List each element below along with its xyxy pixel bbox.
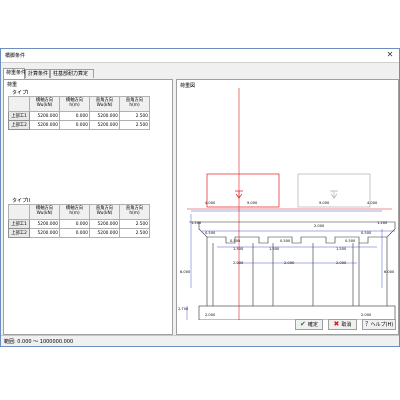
dim-col-w3: 1.500 bbox=[269, 247, 280, 251]
help-label: ヘルプ(H) bbox=[370, 322, 394, 328]
load-arrow-red-icon bbox=[235, 190, 243, 199]
type1-label: タイプI bbox=[12, 90, 29, 96]
tab-calc-conditions[interactable]: 計算条件 bbox=[25, 69, 50, 78]
table-cell[interactable]: 2.500 bbox=[119, 228, 150, 238]
table-row: 上部工1 5200.000 0.000 5200.000 2.500 bbox=[8, 111, 150, 121]
row-header-superstructure1[interactable]: 上部工1 bbox=[8, 219, 30, 229]
table-cell[interactable]: 5200.000 bbox=[89, 228, 120, 238]
pier-structure bbox=[189, 221, 396, 320]
dim-h-left: 1.200 bbox=[191, 221, 202, 225]
close-button[interactable]: ✕ bbox=[383, 50, 397, 60]
table-cell[interactable]: 5200.000 bbox=[29, 111, 60, 121]
dim-inner-left: 2.000 bbox=[233, 261, 244, 265]
pier-conditions-dialog: 橋脚条件 ✕ 荷重条件 計算条件 柱基部耐力算定 荷重 タイプI 橋軸方向 Wu(… bbox=[0, 48, 400, 347]
row-header-superstructure2[interactable]: 上部工2 bbox=[8, 228, 30, 238]
load-diagram-panel: 荷重図 4.000 9.000 9.000 4.000 1.200 1.200 … bbox=[176, 79, 399, 335]
dim-col-h-left: 6.000 bbox=[180, 270, 191, 274]
row-header-superstructure1[interactable]: 上部工1 bbox=[8, 111, 30, 121]
tab-load-conditions[interactable]: 荷重条件 bbox=[3, 68, 26, 79]
dim-footing-h: 2.700 bbox=[178, 307, 189, 311]
window-title: 橋脚条件 bbox=[5, 53, 26, 59]
confirm-button[interactable]: ✔ 確定 bbox=[295, 319, 323, 330]
table-row: 上部工2 5200.000 0.000 5200.000 2.500 bbox=[8, 228, 150, 238]
title-bar: 橋脚条件 ✕ bbox=[1, 49, 399, 63]
dim-h-right: 1.200 bbox=[377, 221, 388, 225]
table-cell[interactable]: 2.500 bbox=[119, 120, 150, 130]
dim-col-w6: 0.500 bbox=[345, 239, 356, 243]
type2-label: タイプII bbox=[12, 198, 30, 204]
range-status-text: 範囲: 0.000 ～ 1000000.000 bbox=[4, 339, 74, 345]
dim-beam-mid: 2.000 bbox=[314, 224, 325, 228]
dim-inner-right: 2.000 bbox=[336, 261, 347, 265]
load-box-red bbox=[206, 173, 280, 208]
dim-top-right: 4.000 bbox=[367, 201, 378, 205]
help-icon: ? bbox=[364, 320, 369, 328]
table-row: 上部工1 5200.000 0.000 5200.000 2.500 bbox=[8, 219, 150, 229]
dim-footing-left: 2.000 bbox=[205, 313, 216, 317]
status-bar: 範囲: 0.000 ～ 1000000.000 bbox=[1, 335, 399, 347]
dim-top-left: 4.000 bbox=[205, 201, 216, 205]
dim-inner-mid: 2.000 bbox=[284, 261, 295, 265]
table-cell[interactable]: 5200.000 bbox=[89, 111, 120, 121]
tab-column-base-strength[interactable]: 柱基部耐力算定 bbox=[50, 69, 94, 78]
table-cell[interactable]: 2.500 bbox=[119, 111, 150, 121]
dim-top-gray: 9.000 bbox=[319, 201, 330, 205]
type1-table: 橋軸方向 Wu(kN) 橋軸方向 h(m) 直角方向 Wu(kN) 直角方向 h(m) … bbox=[8, 96, 150, 130]
load-input-panel: 荷重 タイプI 橋軸方向 Wu(kN) 橋軸方向 h(m) 直角方向 Wu(kN) 直… bbox=[3, 79, 173, 335]
help-button[interactable]: ? ヘルプ(H) bbox=[362, 319, 396, 330]
table-cell[interactable]: 5200.000 bbox=[29, 120, 60, 130]
pier-load-diagram: 4.000 9.000 9.000 4.000 1.200 1.200 0.50… bbox=[178, 88, 396, 320]
cancel-button[interactable]: ✖ 取消 bbox=[328, 319, 357, 330]
confirm-label: 確定 bbox=[307, 322, 318, 328]
table-cell[interactable]: 0.000 bbox=[59, 120, 90, 130]
table-cell[interactable]: 2.500 bbox=[119, 219, 150, 229]
check-icon: ✔ bbox=[300, 320, 306, 328]
table-cell[interactable]: 0.000 bbox=[59, 111, 90, 121]
dim-col-w5: 1.500 bbox=[336, 247, 347, 251]
dim-col-w2: 1.500 bbox=[233, 247, 244, 251]
cross-icon: ✖ bbox=[333, 320, 340, 328]
dim-beam-right: 0.500 bbox=[361, 231, 372, 235]
table-cell[interactable]: 5200.000 bbox=[89, 219, 120, 229]
type2-table: 橋軸方向 Wu(kN) 橋軸方向 h(m) 直角方向 Wu(kN) 直角方向 h(m) … bbox=[8, 204, 150, 238]
load-box-gray bbox=[297, 173, 371, 208]
dim-col-w4: 0.500 bbox=[280, 239, 291, 243]
dimension-lines bbox=[186, 210, 395, 320]
dim-beam-left: 0.500 bbox=[205, 231, 216, 235]
load-group-label: 荷重 bbox=[7, 82, 18, 88]
dim-top-red: 9.000 bbox=[247, 201, 258, 205]
row-header-superstructure2[interactable]: 上部工2 bbox=[8, 120, 30, 130]
dim-col-h-right: 6.000 bbox=[384, 270, 395, 274]
table-cell[interactable]: 0.000 bbox=[59, 228, 90, 238]
table-cell[interactable]: 5200.000 bbox=[29, 219, 60, 229]
table-cell[interactable]: 0.000 bbox=[59, 219, 90, 229]
load-arrow-gray-icon bbox=[330, 190, 338, 199]
table-cell[interactable]: 5200.000 bbox=[89, 120, 120, 130]
dim-footing-right: 2.000 bbox=[361, 313, 372, 317]
table-cell[interactable]: 5200.000 bbox=[29, 228, 60, 238]
dim-col-w1: 0.500 bbox=[230, 239, 241, 243]
table-row: 上部工2 5200.000 0.000 5200.000 2.500 bbox=[8, 120, 150, 130]
cancel-label: 取消 bbox=[341, 322, 352, 328]
